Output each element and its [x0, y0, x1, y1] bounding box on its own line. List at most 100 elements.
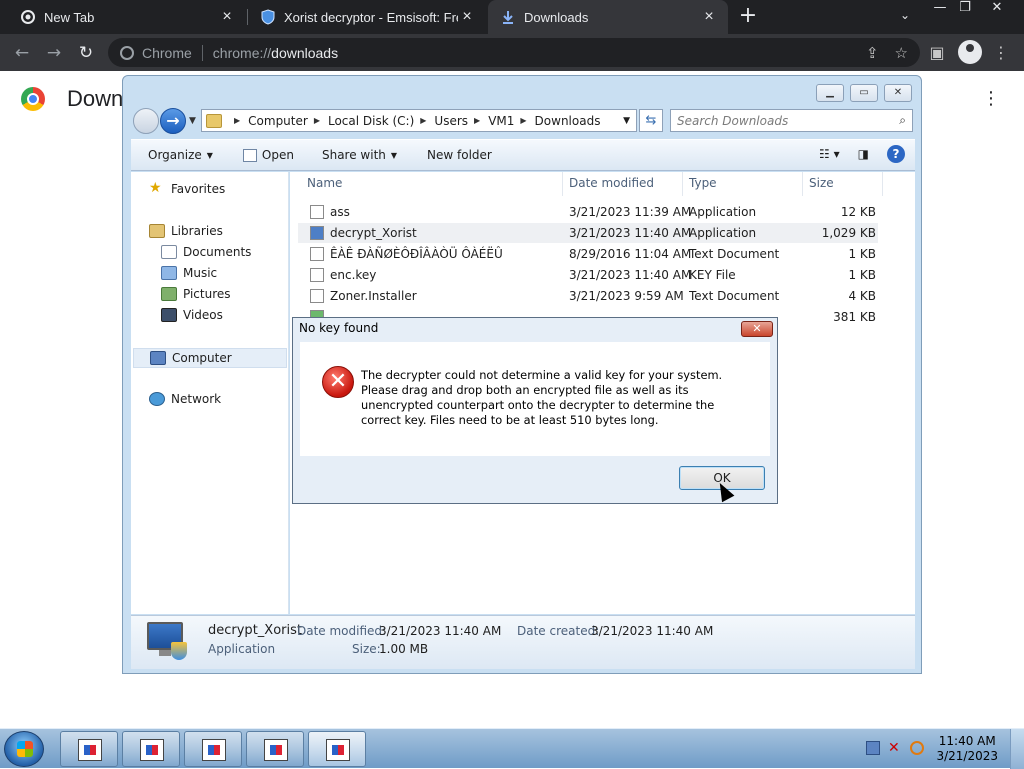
taskbar-app-button[interactable] — [122, 731, 180, 767]
details-date-created: 3/21/2023 11:40 AM — [591, 624, 714, 638]
nav-label: Libraries — [171, 224, 223, 238]
nav-pictures[interactable]: Pictures — [161, 287, 231, 301]
forward-button-icon[interactable]: → — [160, 108, 186, 134]
details-date-modified: 3/21/2023 11:40 AM — [379, 624, 502, 638]
nav-favorites[interactable]: ★ Favorites — [149, 181, 225, 196]
clock[interactable]: 11:40 AM 3/21/2023 — [936, 734, 998, 764]
share-with-button[interactable]: Share with ▼ — [322, 148, 397, 162]
table-row[interactable]: Zoner.Installer 3/21/2023 9:59 AM Text D… — [298, 286, 878, 306]
breadcrumb-local-disk[interactable]: Local Disk (C:) — [328, 114, 414, 128]
star-bookmark-icon[interactable]: ☆ — [895, 44, 908, 62]
history-chevron-down-icon[interactable]: ▼ — [189, 116, 196, 126]
table-row[interactable]: enc.key 3/21/2023 11:40 AM KEY File 1 KB — [298, 265, 878, 285]
address-bar[interactable]: Chrome chrome://downloads ⇪ ☆ — [108, 38, 920, 67]
nav-computer[interactable]: Computer — [133, 348, 287, 368]
tab-xorist-decryptor[interactable]: Xorist decryptor - Emsisoft: Free × — [248, 0, 486, 34]
search-input[interactable]: Search Downloads ⌕ — [670, 109, 913, 132]
network-tray-icon[interactable] — [866, 741, 880, 755]
search-icon[interactable]: ⌕ — [899, 113, 906, 128]
restore-window-icon[interactable]: ❐ — [950, 0, 980, 18]
volume-muted-icon[interactable]: ✕ — [888, 741, 902, 755]
close-tab-icon[interactable]: × — [700, 8, 718, 26]
site-chip[interactable]: Chrome — [108, 45, 192, 61]
view-options-icon[interactable]: ☷ ▾ — [819, 147, 840, 161]
kebab-menu-icon[interactable]: ⋮ — [990, 42, 1012, 64]
breadcrumb-vm1[interactable]: VM1 — [488, 114, 514, 128]
address-dropdown-icon[interactable]: ▼ — [623, 116, 630, 126]
tab-search-chevron-down-icon[interactable]: ⌄ — [896, 8, 914, 26]
breadcrumb-chevron-icon[interactable]: ▶ — [520, 116, 526, 125]
chrome-logo-icon — [21, 87, 45, 111]
close-window-icon[interactable]: ✕ — [982, 0, 1012, 18]
nav-videos[interactable]: Videos — [161, 308, 223, 322]
network-icon — [149, 392, 165, 406]
clock-time: 11:40 AM — [938, 734, 996, 748]
column-header-name[interactable]: Name — [301, 172, 563, 196]
start-button-windows-icon[interactable] — [4, 731, 44, 767]
file-icon — [310, 268, 324, 282]
back-arrow-icon[interactable]: ← — [10, 41, 34, 65]
table-row[interactable]: decrypt_Xorist 3/21/2023 11:40 AM Applic… — [298, 223, 878, 243]
search-placeholder: Search Downloads — [677, 113, 789, 128]
nav-network[interactable]: Network — [149, 392, 221, 406]
close-tab-icon[interactable]: × — [458, 8, 476, 26]
breadcrumb-chevron-icon[interactable]: ▶ — [234, 116, 240, 125]
breadcrumb-computer[interactable]: Computer — [248, 114, 308, 128]
file-size: 12 KB — [840, 205, 876, 219]
organize-button[interactable]: Organize ▼ — [148, 148, 213, 162]
breadcrumb-downloads[interactable]: Downloads — [535, 114, 601, 128]
taskbar-app-button[interactable] — [60, 731, 118, 767]
help-icon[interactable]: ? — [887, 145, 905, 163]
column-header-type[interactable]: Type — [683, 172, 803, 196]
breadcrumb-chevron-icon[interactable]: ▶ — [314, 116, 320, 125]
close-tab-icon[interactable]: × — [218, 8, 236, 26]
new-tab-button[interactable]: + — [737, 5, 759, 27]
breadcrumb-chevron-icon[interactable]: ▶ — [420, 116, 426, 125]
breadcrumb-chevron-icon[interactable]: ▶ — [474, 116, 480, 125]
explorer-maximize-icon[interactable]: ▭ — [850, 84, 878, 102]
table-row[interactable]: ass 3/21/2023 11:39 AM Application 12 KB — [298, 202, 878, 222]
tab-label: New Tab — [44, 9, 95, 25]
tab-new-tab[interactable]: New Tab × — [8, 0, 246, 34]
tab-label: Downloads — [524, 9, 589, 25]
nav-music[interactable]: Music — [161, 266, 217, 280]
application-icon — [310, 205, 324, 219]
refresh-icon[interactable]: ⇆ — [639, 109, 663, 132]
new-folder-button[interactable]: New folder — [427, 148, 492, 162]
share-with-label: Share with — [321, 148, 386, 162]
breadcrumb-users[interactable]: Users — [434, 114, 468, 128]
tab-downloads[interactable]: Downloads × — [488, 0, 728, 34]
taskbar-explorer-button[interactable] — [308, 731, 366, 767]
file-size: 4 KB — [848, 289, 876, 303]
url-text[interactable]: chrome://downloads — [213, 45, 338, 61]
open-button[interactable]: Open — [242, 148, 294, 162]
details-date-modified-label: Date modified: — [297, 624, 387, 638]
reload-icon[interactable]: ↻ — [74, 41, 98, 65]
profile-avatar-icon[interactable] — [958, 40, 982, 64]
explorer-minimize-icon[interactable]: ▁ — [816, 84, 844, 102]
search-tray-icon[interactable] — [910, 741, 924, 755]
pictures-icon — [161, 287, 177, 301]
taskbar-notepad-button[interactable] — [246, 731, 304, 767]
clock-date: 3/21/2023 — [936, 749, 998, 763]
column-header-size[interactable]: Size — [803, 172, 883, 196]
nav-libraries[interactable]: Libraries — [149, 224, 223, 238]
dialog-close-icon[interactable]: ✕ — [741, 321, 773, 337]
chevron-down-icon: ▼ — [390, 150, 398, 160]
show-desktop-button[interactable] — [1010, 729, 1024, 769]
breadcrumb[interactable]: ▶ Computer ▶ Local Disk (C:) ▶ Users ▶ VM1 ▶… — [201, 109, 637, 132]
forward-arrow-icon[interactable]: → — [42, 41, 66, 65]
explorer-close-icon[interactable]: ✕ — [884, 84, 912, 102]
column-header-date[interactable]: Date modified — [563, 172, 683, 196]
page-menu-kebab-icon[interactable]: ⋮ — [982, 88, 1000, 109]
url-scheme: chrome:// — [212, 44, 272, 61]
back-button-icon[interactable] — [133, 108, 159, 134]
share-icon[interactable]: ⇪ — [866, 44, 879, 62]
browser-toolbar: ← → ↻ Chrome chrome://downloads ⇪ ☆ ▣ ⋮ — [0, 34, 1024, 71]
side-panel-icon[interactable]: ▣ — [926, 42, 948, 64]
table-row[interactable]: ÊÀÊ ÐÀÑØÈÔÐÎÂÀÒÜ ÔÀÉËÛ 8/29/2016 11:04 A… — [298, 244, 878, 264]
preview-pane-icon[interactable]: ◨ — [858, 147, 869, 161]
nav-documents[interactable]: Documents — [161, 245, 251, 259]
taskbar: ✕ 11:40 AM 3/21/2023 — [0, 728, 1024, 769]
taskbar-app-button[interactable] — [184, 731, 242, 767]
